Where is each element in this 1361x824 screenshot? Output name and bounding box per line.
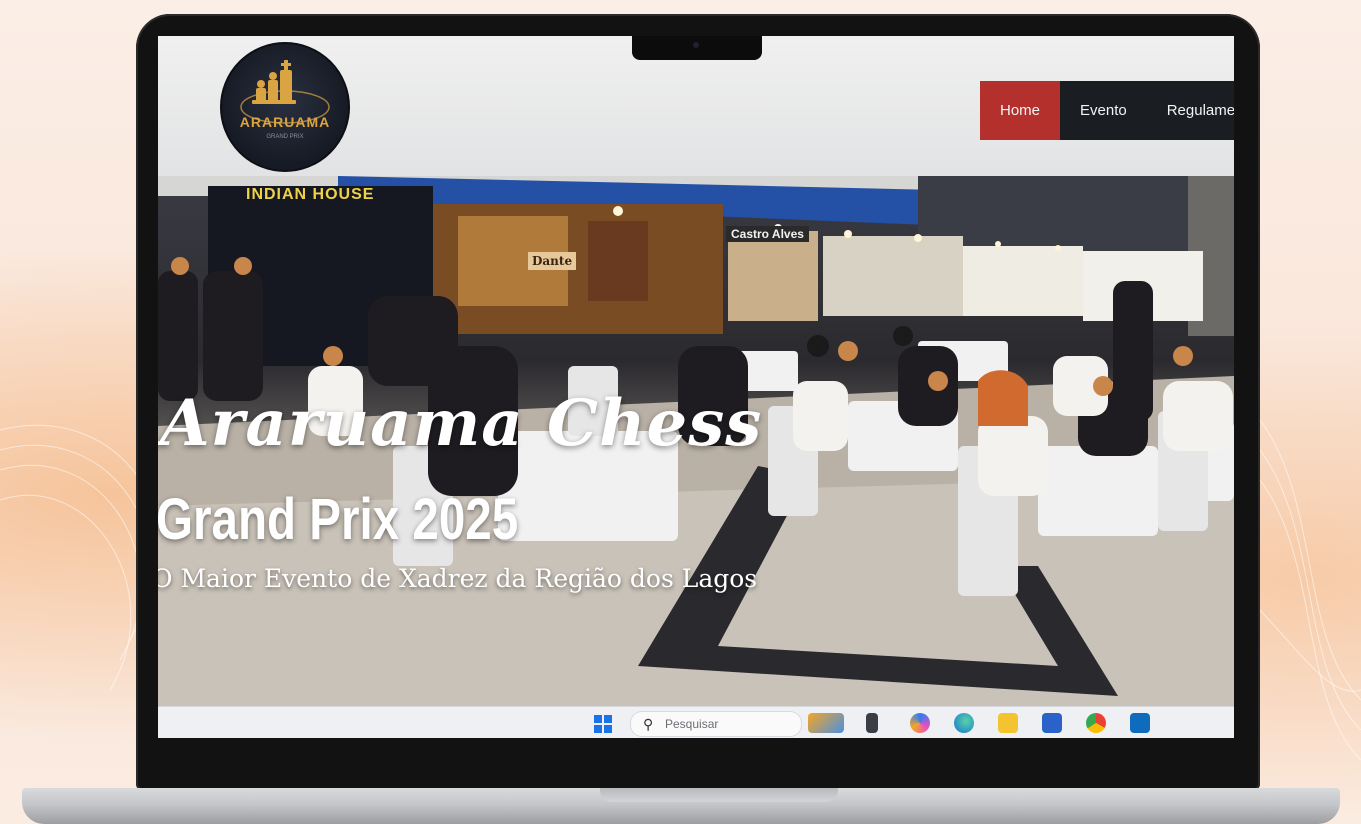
taskbar-search-box[interactable]: ⚲ Pesquisar [630,711,802,737]
store-sign-castro-alves: Castro Alves [726,226,809,242]
widgets-icon[interactable] [808,713,844,733]
main-nav: Home Evento Regulame [980,81,1234,140]
nav-regulamento[interactable]: Regulame [1146,81,1234,140]
chrome-icon[interactable] [1086,713,1106,733]
site-logo[interactable]: GRAND PRIX ARARUAMA [220,42,350,172]
chess-pieces-logo-icon: GRAND PRIX [240,60,330,140]
store-sign-indian-house: INDIAN HOUSE [246,186,375,203]
file-explorer-icon[interactable] [998,713,1018,733]
edge-icon[interactable] [954,713,974,733]
search-icon: ⚲ [643,716,654,732]
windows-taskbar: ⚲ Pesquisar [158,706,1234,738]
nav-home[interactable]: Home [980,81,1061,140]
store-icon[interactable] [1042,713,1062,733]
nav-evento[interactable]: Evento [1060,81,1147,140]
store-sign-dante: Dante [528,252,577,270]
task-view-icon[interactable] [866,713,878,733]
laptop-screen: GRAND PRIX ARARUAMA Home Evento Regulame [158,36,1234,738]
windows-start-icon[interactable] [594,715,612,733]
hero-tagline: O Maior Evento de Xadrez da Região dos L… [158,564,758,593]
logo-text: ARARUAMA [239,114,331,130]
svg-text:GRAND PRIX: GRAND PRIX [266,134,303,140]
copilot-icon[interactable] [910,713,930,733]
search-placeholder: Pesquisar [665,717,719,731]
hero-subtitle: Grand Prix 2025 [158,487,519,552]
hero-title: Araruama Chess [160,386,763,461]
outlook-icon[interactable] [1130,713,1150,733]
laptop-base [22,788,1340,824]
laptop-camera-notch [632,36,762,60]
hero-banner: INDIAN HOUSE Dante Castro Alves Araruama… [158,176,1234,706]
